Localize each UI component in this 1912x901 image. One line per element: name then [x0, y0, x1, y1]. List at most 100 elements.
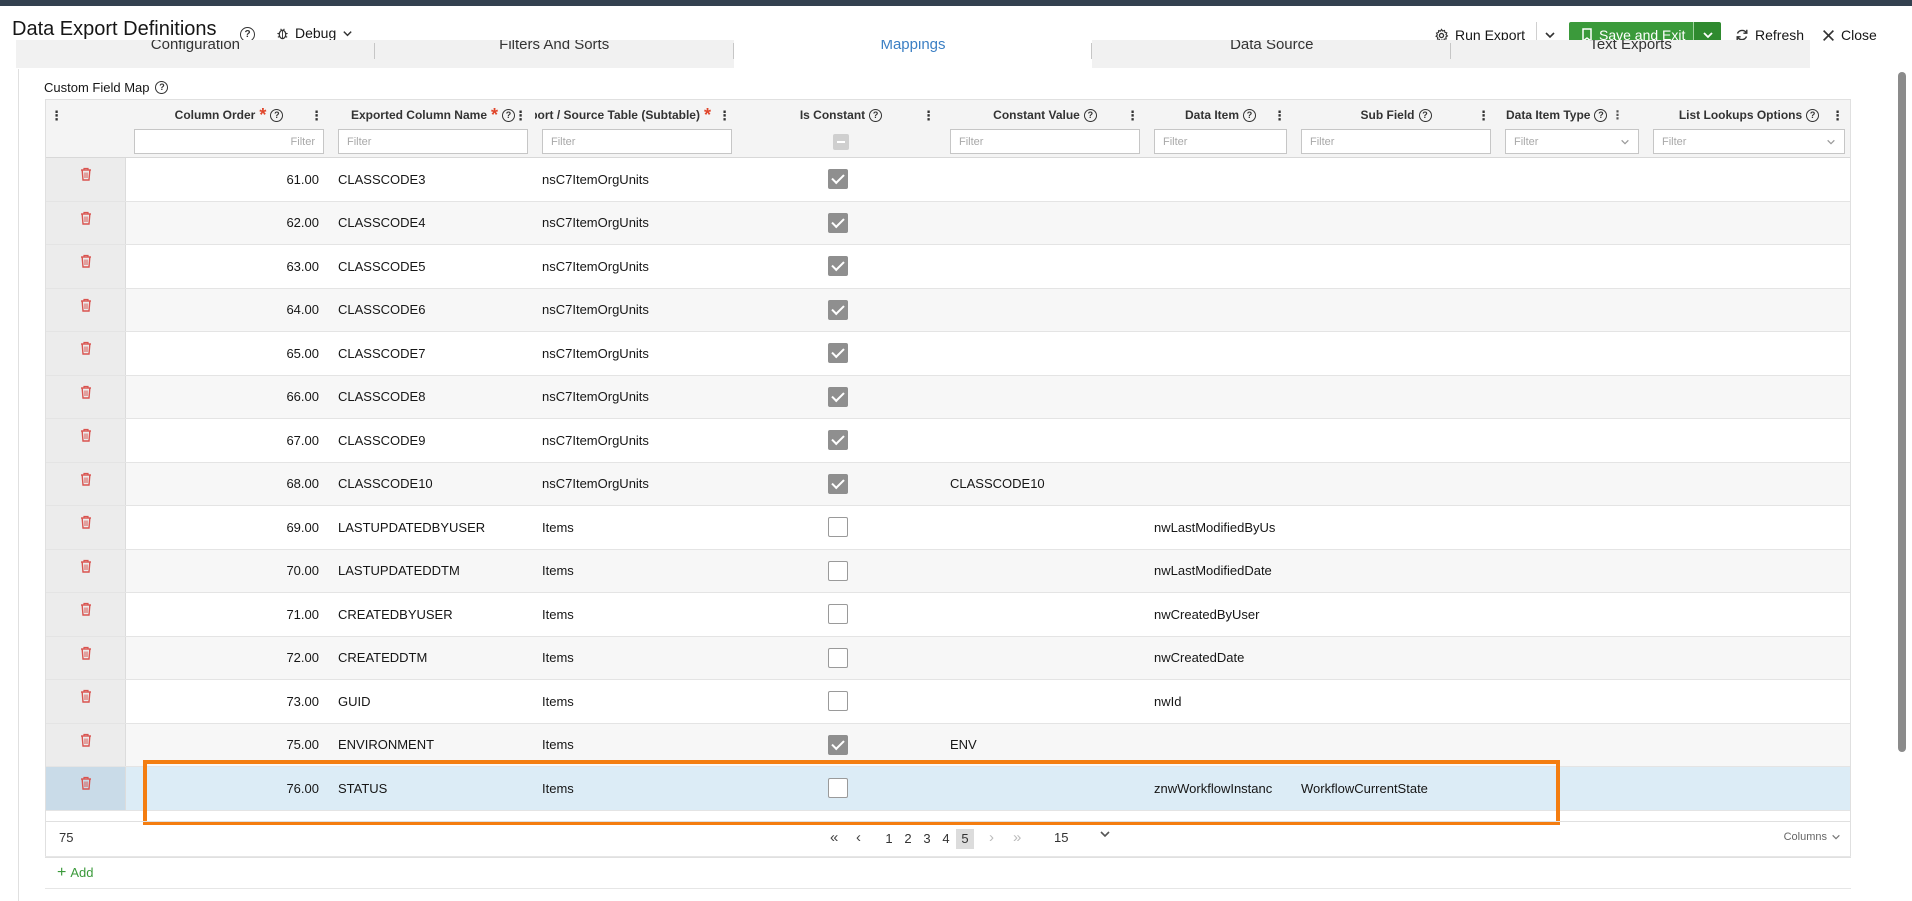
tab-text-exports[interactable]: Text Exports — [1451, 40, 1810, 68]
sub-field-cell[interactable] — [1294, 637, 1498, 680]
columns-button[interactable]: Columns — [1784, 831, 1841, 843]
data-item-cell[interactable] — [1147, 245, 1294, 288]
next-page-icon[interactable]: › — [989, 829, 994, 846]
is-constant-checkbox[interactable] — [827, 734, 848, 755]
table-row[interactable]: 70.00 LASTUPDATEDDTM Items nwLastModifiedDa… — [46, 549, 1852, 593]
is-constant-checkbox[interactable] — [827, 604, 848, 625]
data-item-type-cell[interactable] — [1498, 158, 1646, 201]
list-lookups-cell[interactable] — [1646, 202, 1852, 245]
first-page-icon[interactable]: « — [830, 829, 838, 846]
sub-field-cell[interactable] — [1294, 202, 1498, 245]
delete-row-button[interactable] — [46, 332, 126, 375]
sub-field-cell[interactable] — [1294, 332, 1498, 375]
data-item-filter[interactable]: Filter — [1154, 129, 1287, 154]
exported-column-cell[interactable]: STATUS — [331, 767, 535, 810]
sub-field-cell[interactable]: WorkflowCurrentState — [1294, 767, 1498, 810]
data-item-cell[interactable] — [1147, 419, 1294, 462]
source-table-cell[interactable]: nsC7ItemOrgUnits — [535, 463, 739, 506]
source-table-cell[interactable]: nsC7ItemOrgUnits — [535, 376, 739, 419]
delete-row-button[interactable] — [46, 462, 126, 505]
data-item-type-cell[interactable] — [1498, 767, 1646, 810]
source-table-cell[interactable]: Items — [535, 550, 739, 593]
column-order-cell[interactable]: 65.00 — [127, 332, 331, 375]
delete-row-button[interactable] — [46, 419, 126, 462]
table-row[interactable]: 76.00 STATUS Items znwWorkflowInstanc Workfl… — [46, 767, 1850, 811]
data-item-type-cell[interactable] — [1498, 419, 1646, 462]
constant-value-cell[interactable] — [943, 202, 1147, 245]
data-item-type-cell[interactable] — [1498, 245, 1646, 288]
constant-value-cell[interactable] — [943, 767, 1147, 810]
exported-column-cell[interactable]: CLASSCODE8 — [331, 376, 535, 419]
data-item-type-cell[interactable] — [1498, 332, 1646, 375]
data-item-type-cell[interactable] — [1498, 202, 1646, 245]
data-item-cell[interactable] — [1147, 376, 1294, 419]
list-lookups-cell[interactable] — [1646, 463, 1852, 506]
kebab-icon[interactable]: ⋮ — [310, 108, 323, 124]
column-order-cell[interactable]: 71.00 — [127, 593, 331, 636]
source-table-cell[interactable]: nsC7ItemOrgUnits — [535, 419, 739, 462]
exported-column-cell[interactable]: ENVIRONMENT — [331, 724, 535, 767]
kebab-icon[interactable]: ⋮ — [1273, 108, 1286, 124]
data-item-cell[interactable] — [1147, 289, 1294, 332]
data-item-type-cell[interactable] — [1498, 637, 1646, 680]
page-1[interactable]: 1 — [880, 829, 898, 849]
table-row[interactable]: 75.00 ENVIRONMENT Items ENV — [46, 723, 1852, 767]
is-constant-checkbox[interactable] — [827, 473, 848, 494]
exported-column-cell[interactable]: CLASSCODE3 — [331, 158, 535, 201]
is-constant-checkbox[interactable] — [827, 430, 848, 451]
table-row[interactable]: 69.00 LASTUPDATEDBYUSER Items nwLastModifie… — [46, 506, 1850, 550]
data-item-cell[interactable]: nwCreatedByUser — [1147, 593, 1294, 636]
delete-row-button[interactable] — [46, 506, 126, 549]
tab-mappings[interactable]: Mappings — [733, 40, 1093, 68]
is-constant-checkbox[interactable] — [827, 169, 848, 190]
exported-column-cell[interactable]: LASTUPDATEDBYUSER — [331, 506, 535, 549]
list-lookups-cell[interactable] — [1646, 767, 1852, 810]
data-item-cell[interactable]: nwId — [1147, 680, 1294, 723]
help-icon[interactable]: ? — [1806, 108, 1820, 122]
list-lookups-cell[interactable] — [1646, 637, 1852, 680]
chevron-down-icon[interactable] — [1099, 828, 1111, 840]
is-constant-checkbox[interactable] — [827, 691, 848, 712]
source-table-cell[interactable]: nsC7ItemOrgUnits — [535, 332, 739, 375]
table-row[interactable]: 72.00 CREATEDDTM Items nwCreatedDate — [46, 636, 1852, 680]
help-icon[interactable]: ? — [1243, 108, 1257, 122]
list-lookups-cell[interactable] — [1646, 289, 1852, 332]
list-lookups-cell[interactable] — [1646, 419, 1852, 462]
column-order-cell[interactable]: 72.00 — [127, 637, 331, 680]
column-order-cell[interactable]: 64.00 — [127, 289, 331, 332]
list-lookups-cell[interactable] — [1646, 680, 1852, 723]
list-lookups-cell[interactable] — [1646, 332, 1852, 375]
column-order-cell[interactable]: 69.00 — [127, 506, 331, 549]
delete-row-button[interactable] — [46, 723, 126, 766]
table-row[interactable]: 62.00 CLASSCODE4 nsC7ItemOrgUnits — [46, 201, 1852, 245]
tab-data-source[interactable]: Data Source — [1092, 40, 1451, 68]
exported-column-cell[interactable]: LASTUPDATEDDTM — [331, 550, 535, 593]
add-button[interactable]: + Add — [57, 864, 93, 880]
list-lookups-cell[interactable] — [1646, 506, 1852, 549]
kebab-icon[interactable]: ⋮ — [50, 108, 63, 124]
list-lookups-cell[interactable] — [1646, 550, 1852, 593]
source-table-filter[interactable]: Filter — [542, 129, 732, 154]
exported-column-cell[interactable]: CREATEDBYUSER — [331, 593, 535, 636]
sub-field-cell[interactable] — [1294, 376, 1498, 419]
list-lookups-cell[interactable] — [1646, 724, 1852, 767]
sub-field-cell[interactable] — [1294, 680, 1498, 723]
delete-row-button[interactable] — [46, 593, 126, 636]
data-item-type-cell[interactable] — [1498, 724, 1646, 767]
help-icon[interactable]: ? — [1418, 108, 1432, 122]
help-icon[interactable]: ? — [869, 108, 883, 122]
constant-value-cell[interactable] — [943, 158, 1147, 201]
tab-configuration[interactable]: Configuration — [16, 40, 375, 68]
source-table-cell[interactable]: Items — [535, 767, 739, 810]
data-item-type-cell[interactable] — [1498, 593, 1646, 636]
is-constant-checkbox[interactable] — [827, 560, 848, 581]
data-item-type-filter[interactable]: Filter — [1505, 129, 1639, 154]
delete-row-button[interactable] — [46, 680, 126, 723]
constant-value-cell[interactable] — [943, 637, 1147, 680]
data-item-cell[interactable] — [1147, 158, 1294, 201]
table-row[interactable]: 63.00 CLASSCODE5 nsC7ItemOrgUnits — [46, 245, 1850, 289]
source-table-cell[interactable]: Items — [535, 637, 739, 680]
column-order-cell[interactable]: 75.00 — [127, 724, 331, 767]
constant-value-cell[interactable] — [943, 376, 1147, 419]
constant-value-cell[interactable]: CLASSCODE10 — [943, 463, 1147, 506]
